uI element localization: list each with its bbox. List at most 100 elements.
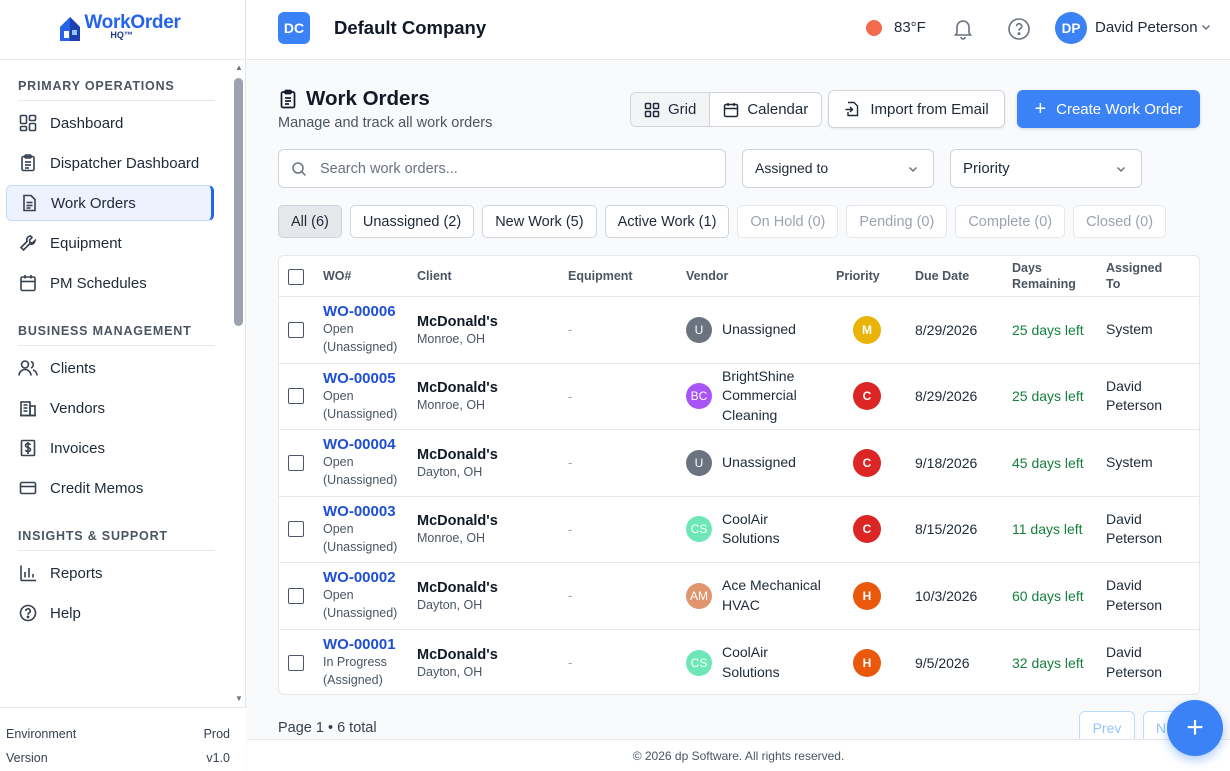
header-client[interactable]: Client	[417, 256, 452, 297]
dollar-icon	[18, 438, 38, 458]
due-date: 9/18/2026	[915, 454, 978, 471]
equipment-value: -	[568, 521, 573, 537]
notifications-bell-icon[interactable]	[951, 16, 975, 40]
user-name[interactable]: David Peterson	[1095, 19, 1198, 36]
sidebar-item-label: Work Orders	[51, 194, 136, 212]
sidebar-item-credit-memos[interactable]: Credit Memos	[6, 470, 214, 506]
sidebar-scroll-thumb[interactable]	[234, 78, 243, 326]
assigned-to: System	[1106, 453, 1153, 470]
help-circle-icon[interactable]	[1007, 17, 1031, 41]
scroll-up-icon[interactable]: ▲	[234, 63, 244, 73]
header-wo[interactable]: WO#	[323, 256, 351, 297]
search-input[interactable]	[320, 160, 700, 177]
section-title-insights-support: INSIGHTS & SUPPORT	[18, 529, 168, 543]
work-order-number[interactable]: WO-00002	[323, 569, 397, 586]
priority-value: Priority	[963, 160, 1010, 177]
logo[interactable]: WorkOrder HQ™	[0, 0, 245, 60]
scroll-down-icon[interactable]: ▼	[234, 694, 244, 704]
environment-value: Prod	[203, 727, 230, 741]
calendar-view-button[interactable]: Calendar	[710, 93, 821, 126]
header-priority[interactable]: Priority	[836, 256, 880, 297]
section-divider	[18, 550, 215, 551]
sidebar-item-invoices[interactable]: Invoices	[6, 430, 214, 466]
work-order-number[interactable]: WO-00001	[323, 636, 396, 653]
sidebar-item-dashboard[interactable]: Dashboard	[6, 105, 214, 141]
tab-closed[interactable]: Closed (0)	[1073, 205, 1167, 238]
logo-subtext: HQ™	[110, 29, 133, 40]
work-order-number[interactable]: WO-00006	[323, 303, 397, 320]
plus-icon: +	[1034, 98, 1047, 120]
work-order-number[interactable]: WO-00003	[323, 503, 397, 520]
sidebar-item-pm-schedules[interactable]: PM Schedules	[6, 265, 214, 301]
import-file-icon	[845, 101, 859, 117]
table-row[interactable]: WO-00002 Open (Unassigned) McDonald's Dayton…	[279, 563, 1199, 630]
client-location: Monroe, OH	[417, 398, 486, 413]
sidebar-item-work-orders[interactable]: Work Orders	[6, 185, 214, 221]
sidebar-item-help[interactable]: Help	[6, 595, 214, 631]
table-header: WO# Client Equipment Vendor Priority Due…	[279, 256, 1199, 297]
row-checkbox[interactable]	[288, 654, 304, 671]
header-due-date[interactable]: Due Date	[915, 256, 969, 297]
assigned-to: David	[1106, 510, 1142, 527]
floating-add-button[interactable]: +	[1167, 700, 1223, 756]
chevron-down-icon[interactable]	[1200, 21, 1212, 33]
table-row[interactable]: WO-00003 Open (Unassigned) McDonald's Monroe…	[279, 497, 1199, 563]
work-order-number[interactable]: WO-00004	[323, 436, 397, 453]
tab-pending[interactable]: Pending (0)	[846, 205, 948, 238]
table-row[interactable]: WO-00006 Open (Unassigned) McDonald's Monroe…	[279, 297, 1199, 364]
tab-complete[interactable]: Complete (0)	[955, 205, 1066, 238]
company-name[interactable]: Default Company	[334, 17, 486, 39]
sidebar-item-reports[interactable]: Reports	[6, 555, 214, 591]
table-row[interactable]: WO-00004 Open (Unassigned) McDonald's Dayton…	[279, 430, 1199, 497]
work-order-status-detail: (Assigned)	[323, 673, 383, 688]
page-title-text: Work Orders	[306, 87, 430, 110]
table-row[interactable]: WO-00005 Open (Unassigned) McDonald's Monroe…	[279, 364, 1199, 430]
row-checkbox[interactable]	[288, 388, 304, 405]
weather-temperature: 83°F	[894, 19, 926, 36]
header-days-remaining[interactable]: Days Remaining	[1012, 256, 1076, 297]
clipboard-list-icon	[280, 89, 296, 109]
tab-active-work[interactable]: Active Work (1)	[604, 205, 730, 238]
tab-on-hold[interactable]: On Hold (0)	[737, 205, 839, 238]
help-icon	[18, 603, 38, 623]
table-row[interactable]: WO-00001 In Progress (Assigned) McDonald's D…	[279, 630, 1199, 695]
row-checkbox[interactable]	[288, 321, 304, 338]
company-badge[interactable]: DC	[278, 12, 310, 44]
vendor-name: Unassigned	[722, 320, 796, 337]
create-work-order-button[interactable]: + Create Work Order	[1017, 90, 1200, 128]
equipment-value: -	[568, 455, 573, 471]
sidebar-item-equipment[interactable]: Equipment	[6, 225, 214, 261]
dashboard-icon	[18, 113, 38, 133]
priority-select[interactable]: Priority	[950, 149, 1142, 188]
row-checkbox[interactable]	[288, 521, 304, 538]
status-tabs: All (6) Unassigned (2) New Work (5) Acti…	[278, 205, 1167, 238]
tab-all[interactable]: All (6)	[278, 205, 342, 238]
assigned-to-line-2: Peterson	[1106, 397, 1163, 414]
header-vendor[interactable]: Vendor	[686, 256, 728, 297]
select-all-checkbox[interactable]	[288, 268, 304, 285]
sidebar-item-dispatcher-dashboard[interactable]: Dispatcher Dashboard	[6, 145, 214, 181]
view-toggle: Grid Calendar	[630, 92, 823, 127]
work-order-number[interactable]: WO-00005	[323, 370, 397, 387]
create-label: Create Work Order	[1056, 100, 1183, 118]
users-icon	[18, 358, 38, 378]
logo-text: WorkOrder	[84, 11, 181, 33]
vendor-name: CoolAir	[722, 644, 768, 661]
client-location: Dayton, OH	[417, 664, 483, 679]
sidebar-item-vendors[interactable]: Vendors	[6, 390, 214, 426]
import-from-email-button[interactable]: Import from Email	[828, 90, 1005, 128]
user-avatar[interactable]: DP	[1055, 12, 1087, 44]
client-location: Dayton, OH	[417, 464, 483, 479]
section-divider	[18, 345, 215, 346]
row-checkbox[interactable]	[288, 454, 304, 471]
tab-new-work[interactable]: New Work (5)	[482, 205, 597, 238]
header-days-line-1: Days	[1012, 260, 1042, 275]
grid-view-button[interactable]: Grid	[631, 93, 711, 126]
header-assigned-to[interactable]: Assigned To	[1106, 256, 1162, 297]
prev-page-button[interactable]: Prev	[1079, 711, 1135, 739]
row-checkbox[interactable]	[288, 587, 304, 604]
assigned-to-select[interactable]: Assigned to	[742, 149, 934, 188]
sidebar-item-clients[interactable]: Clients	[6, 350, 214, 386]
header-equipment[interactable]: Equipment	[568, 256, 633, 297]
tab-unassigned[interactable]: Unassigned (2)	[349, 205, 475, 238]
